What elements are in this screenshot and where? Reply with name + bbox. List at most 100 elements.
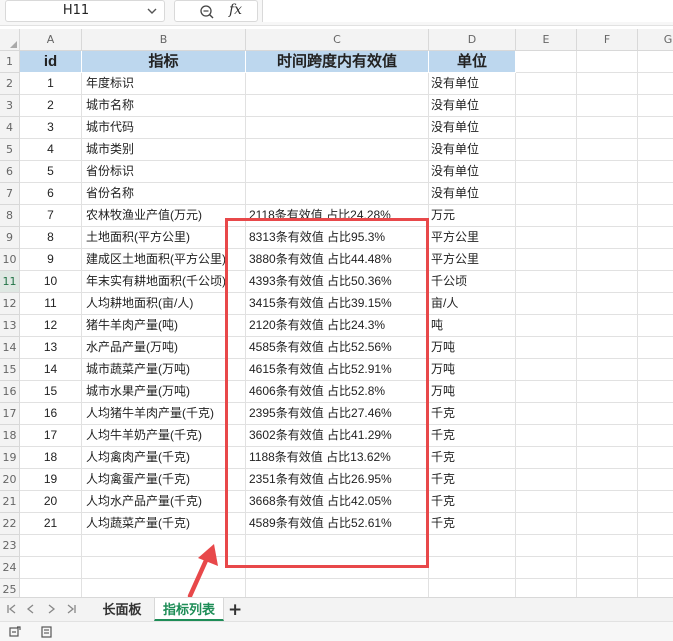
cell-valid-values[interactable] [246,161,429,183]
cell-valid-values[interactable]: 3880条有效值 占比44.48% [246,249,429,271]
cell[interactable] [516,249,577,271]
cell[interactable] [577,117,638,139]
cell[interactable] [577,447,638,469]
cell-id[interactable]: 13 [20,337,82,359]
row-number[interactable]: 1 [0,51,20,73]
cell[interactable] [638,513,673,535]
cell[interactable] [638,205,673,227]
cell-id[interactable]: 17 [20,425,82,447]
cell-id[interactable]: 3 [20,117,82,139]
cell[interactable] [638,359,673,381]
cell[interactable] [516,579,577,597]
cell[interactable] [638,183,673,205]
cell[interactable] [20,557,82,579]
cell[interactable] [516,403,577,425]
column-header-c[interactable]: C [246,29,429,51]
cell-unit[interactable]: 千克 [429,447,516,469]
add-sheet-button[interactable]: + [228,600,242,620]
cell-id[interactable]: 12 [20,315,82,337]
cell-indicator[interactable]: 人均猪牛羊肉产量(千克) [82,403,246,425]
row-number[interactable]: 20 [0,469,20,491]
cell[interactable] [516,469,577,491]
fx-icon[interactable]: fx [229,2,242,18]
row-number[interactable]: 19 [0,447,20,469]
cell[interactable] [20,579,82,597]
row-number[interactable]: 16 [0,381,20,403]
first-sheet-icon[interactable] [5,602,19,616]
cell-id[interactable]: 4 [20,139,82,161]
cell-id[interactable]: 1 [20,73,82,95]
cell[interactable] [577,359,638,381]
macro-record-icon[interactable] [8,625,22,639]
cell-valid-values[interactable]: 3415条有效值 占比39.15% [246,293,429,315]
cell[interactable] [516,359,577,381]
cell-id[interactable]: 2 [20,95,82,117]
cell-indicator[interactable]: 猪牛羊肉产量(吨) [82,315,246,337]
row-number[interactable]: 9 [0,227,20,249]
row-number[interactable]: 8 [0,205,20,227]
cell[interactable] [516,337,577,359]
cell-valid-values[interactable]: 4606条有效值 占比52.8% [246,381,429,403]
cell-unit[interactable]: 千克 [429,491,516,513]
cell-valid-values[interactable]: 3602条有效值 占比41.29% [246,425,429,447]
cell[interactable] [577,95,638,117]
cell-valid-values[interactable]: 4589条有效值 占比52.61% [246,513,429,535]
row-number[interactable]: 5 [0,139,20,161]
cell[interactable] [577,183,638,205]
cell[interactable] [577,139,638,161]
cell-unit[interactable]: 万元 [429,205,516,227]
cell-indicator[interactable]: 人均禽蛋产量(千克) [82,469,246,491]
cell-indicator[interactable]: 城市类别 [82,139,246,161]
cell-indicator[interactable]: 人均蔬菜产量(千克) [82,513,246,535]
cell-valid-values[interactable]: 3668条有效值 占比42.05% [246,491,429,513]
chevron-down-icon[interactable] [146,5,158,17]
cell-indicator[interactable]: 城市代码 [82,117,246,139]
cell[interactable] [638,249,673,271]
row-number[interactable]: 24 [0,557,20,579]
cell[interactable] [577,557,638,579]
cell[interactable] [638,95,673,117]
cell[interactable] [577,535,638,557]
cell[interactable] [577,315,638,337]
cell[interactable] [638,579,673,597]
row-number[interactable]: 7 [0,183,20,205]
cell-indicator[interactable]: 土地面积(平方公里) [82,227,246,249]
cell-indicator[interactable]: 人均水产品产量(千克) [82,491,246,513]
cell[interactable] [246,557,429,579]
cell[interactable] [577,337,638,359]
cell[interactable] [638,425,673,447]
row-number[interactable]: 15 [0,359,20,381]
cell-unit[interactable]: 没有单位 [429,183,516,205]
row-number[interactable]: 13 [0,315,20,337]
cell[interactable] [577,469,638,491]
cell[interactable] [638,535,673,557]
last-sheet-icon[interactable] [64,602,78,616]
cell-valid-values[interactable] [246,73,429,95]
zoom-search-icon[interactable] [199,4,215,20]
column-header-e[interactable]: E [516,29,577,51]
row-number[interactable]: 10 [0,249,20,271]
cell[interactable] [246,579,429,597]
cell-valid-values[interactable] [246,183,429,205]
cell-unit[interactable]: 千克 [429,403,516,425]
cell[interactable] [638,403,673,425]
cell[interactable] [516,535,577,557]
row-number[interactable]: 11 [0,271,20,293]
cell-indicator[interactable]: 水产品产量(万吨) [82,337,246,359]
cell[interactable] [577,73,638,95]
column-header-a[interactable]: A [20,29,82,51]
cell[interactable] [516,513,577,535]
cell[interactable] [577,51,638,73]
cell-id[interactable]: 19 [20,469,82,491]
cell[interactable] [638,315,673,337]
cell-valid-values[interactable]: 2351条有效值 占比26.95% [246,469,429,491]
cell[interactable] [577,381,638,403]
cell-valid-values[interactable] [246,95,429,117]
cell-valid-values[interactable]: 4393条有效值 占比50.36% [246,271,429,293]
cell[interactable] [429,579,516,597]
cell[interactable] [516,95,577,117]
cell-unit[interactable]: 吨 [429,315,516,337]
cell[interactable] [638,293,673,315]
cell-unit[interactable]: 万吨 [429,381,516,403]
cell[interactable] [638,491,673,513]
